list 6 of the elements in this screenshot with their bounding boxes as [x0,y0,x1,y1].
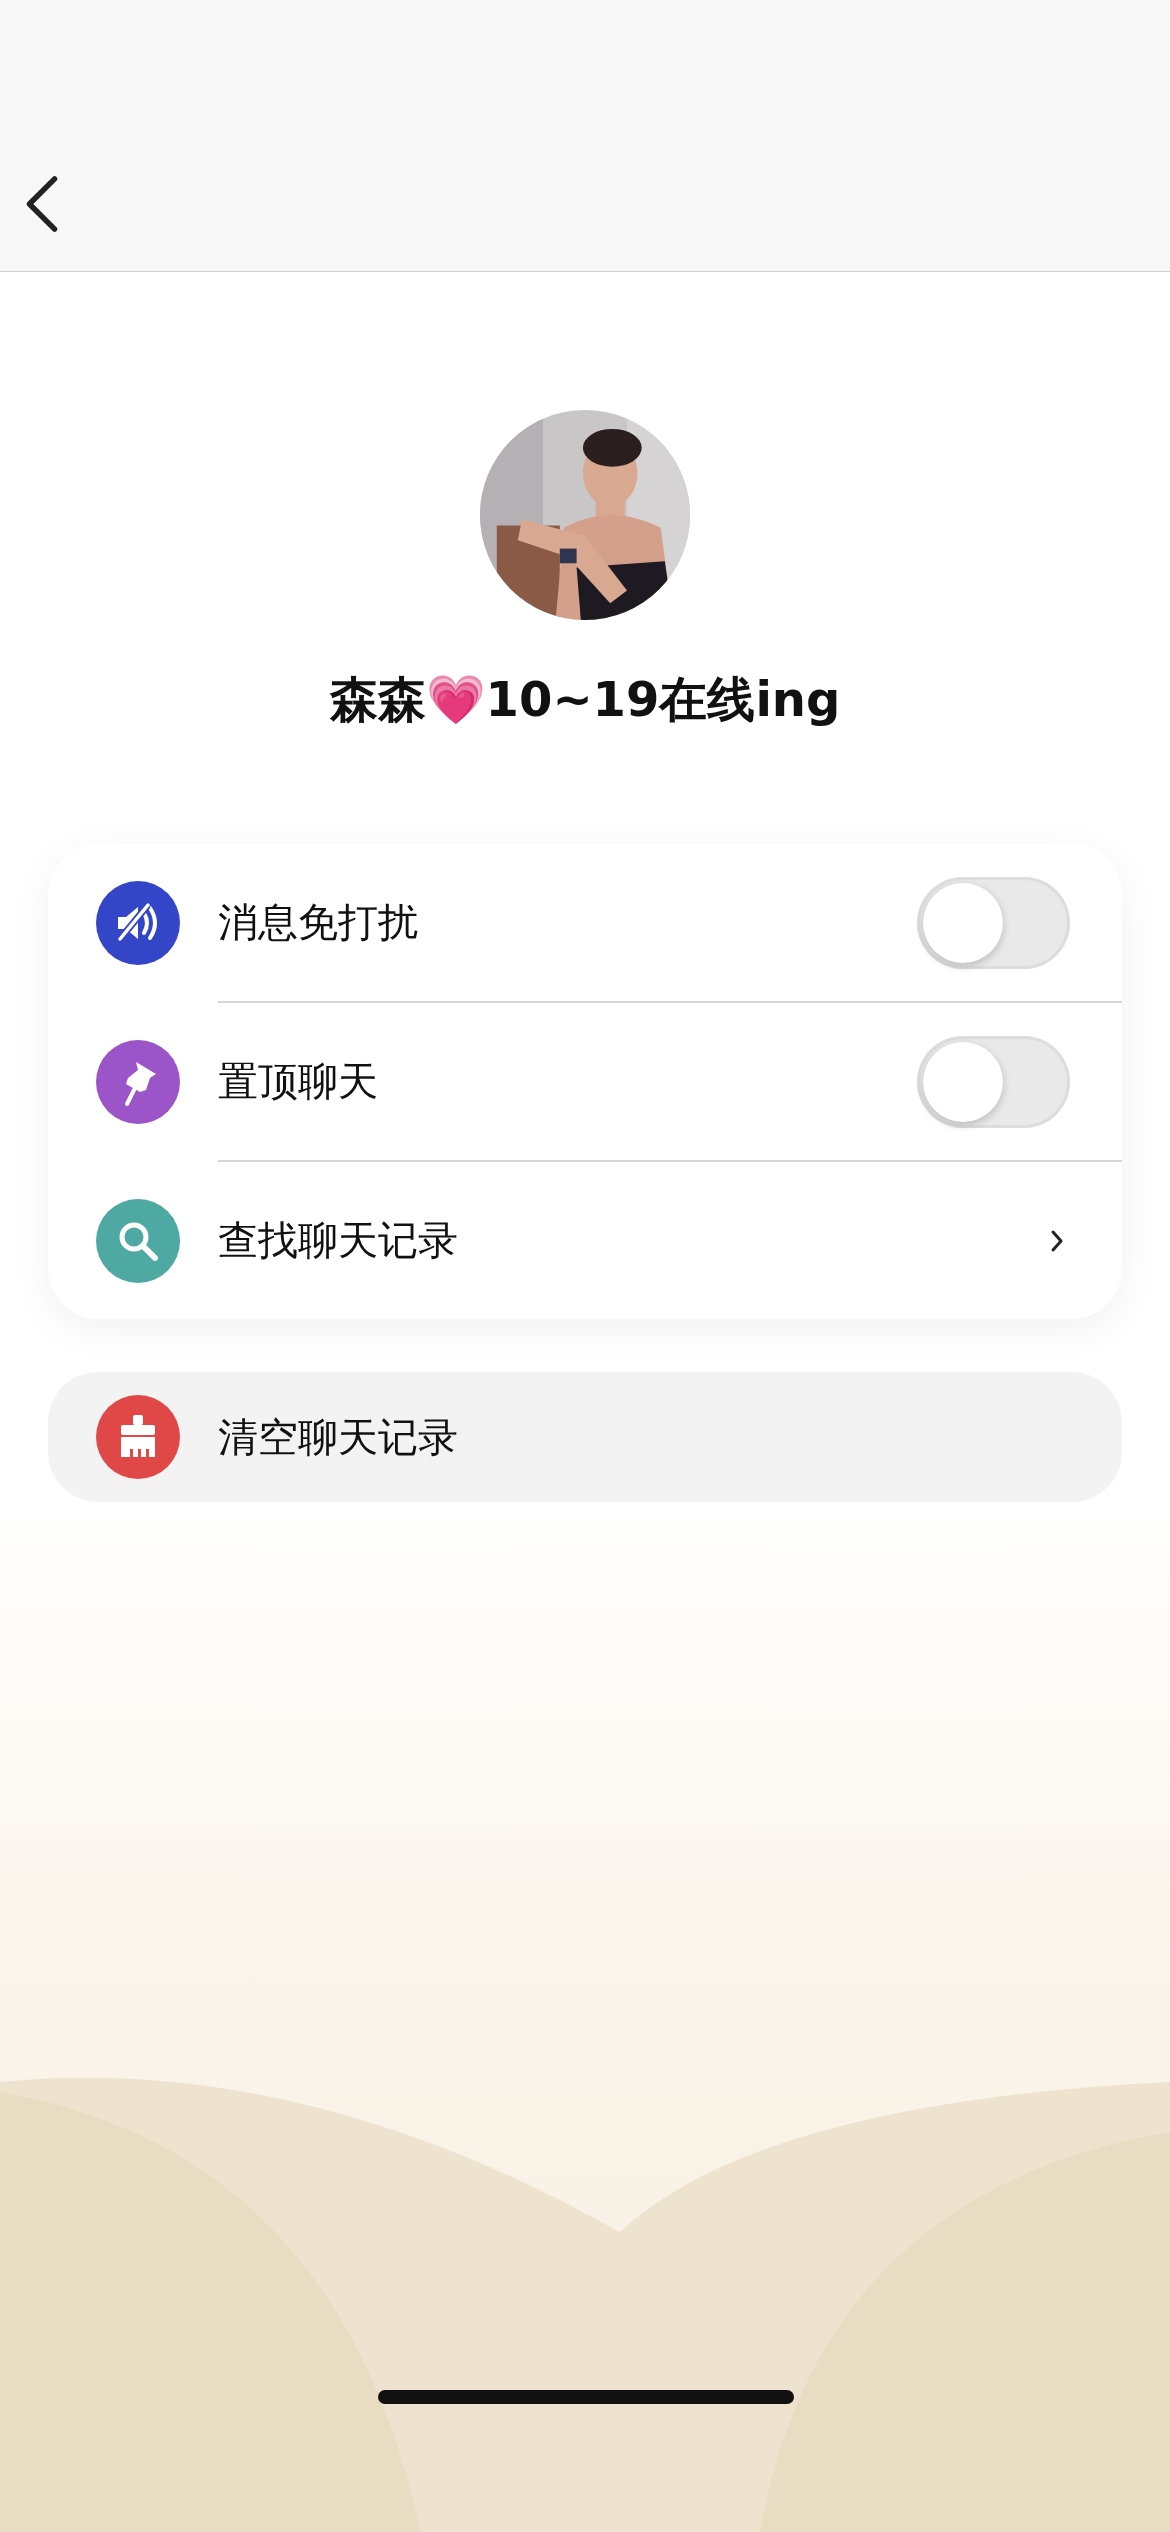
clear-history-button[interactable]: 清空聊天记录 [48,1372,1122,1502]
setting-label: 置顶聊天 [218,1057,379,1106]
profile-name: 森森💗10~19在线ing [329,670,841,729]
chevron-icon[interactable] [1050,1228,1064,1253]
setting-label: 查找聊天记录 [218,1216,459,1265]
setting-label: 消息免打扰 [218,898,419,947]
